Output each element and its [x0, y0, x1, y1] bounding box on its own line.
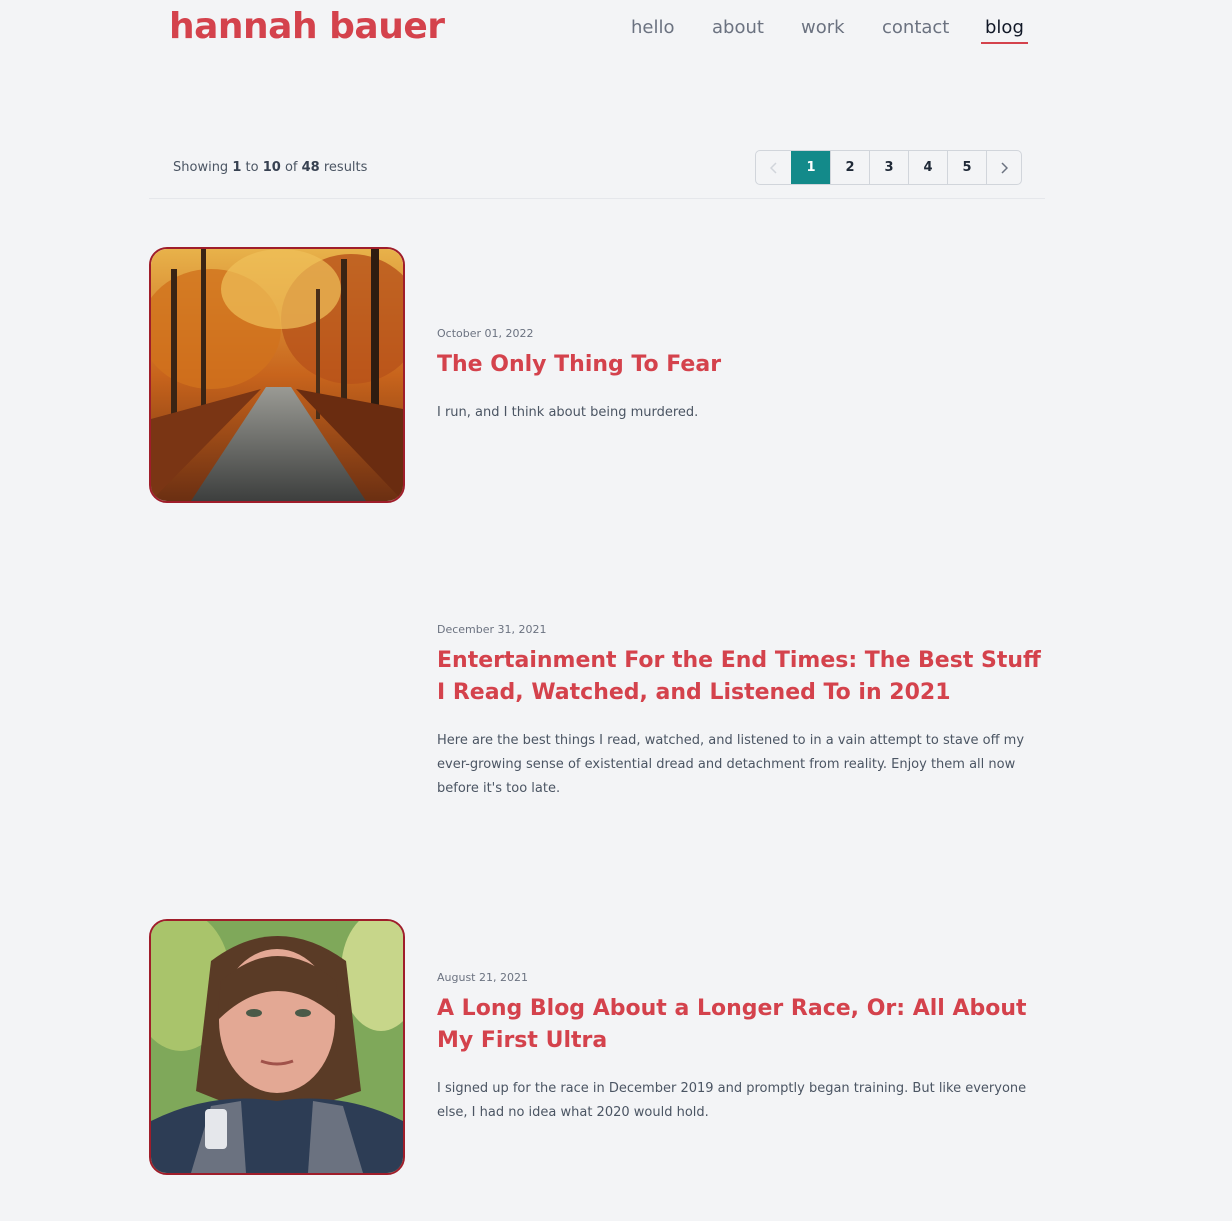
- post-date: August 21, 2021: [437, 971, 528, 984]
- results-of-word: of: [284, 160, 298, 175]
- post-date: October 01, 2022: [437, 327, 534, 340]
- pagination: 1 2 3 4 5: [755, 150, 1022, 185]
- results-from: 1: [232, 160, 242, 175]
- post-title-link[interactable]: Entertainment For the End Times: The Bes…: [437, 645, 1042, 709]
- page-3-button[interactable]: 3: [869, 151, 908, 184]
- results-to-word: to: [245, 160, 259, 175]
- results-to: 10: [262, 160, 281, 175]
- chevron-right-icon[interactable]: [986, 151, 1021, 184]
- divider: [149, 198, 1045, 199]
- chevron-left-icon[interactable]: [756, 151, 791, 184]
- page-4-button[interactable]: 4: [908, 151, 947, 184]
- nav-hello[interactable]: hello: [631, 17, 675, 39]
- results-suffix: results: [323, 160, 368, 175]
- results-total: 48: [301, 160, 320, 175]
- post-title-link[interactable]: The Only Thing To Fear: [437, 349, 1042, 381]
- main-nav: hello about work contact blog: [0, 17, 1232, 47]
- nav-contact[interactable]: contact: [882, 17, 949, 39]
- results-prefix: Showing: [173, 160, 229, 175]
- results-summary: Showing 1 to 10 of 48 results: [173, 160, 367, 175]
- post-date: December 31, 2021: [437, 623, 547, 636]
- nav-blog[interactable]: blog: [981, 17, 1028, 44]
- page-5-button[interactable]: 5: [947, 151, 986, 184]
- nav-work[interactable]: work: [801, 17, 845, 39]
- post-title-link[interactable]: A Long Blog About a Longer Race, Or: All…: [437, 993, 1042, 1057]
- post-image-runner-selfie[interactable]: [149, 919, 405, 1175]
- page-1-button[interactable]: 1: [791, 151, 830, 184]
- post-excerpt: I run, and I think about being murdered.: [437, 405, 699, 420]
- post-excerpt: Here are the best things I read, watched…: [437, 733, 1025, 796]
- post-excerpt: I signed up for the race in December 201…: [437, 1081, 1027, 1120]
- nav-about[interactable]: about: [712, 17, 764, 39]
- post-image-autumn-road[interactable]: [149, 247, 405, 503]
- page-2-button[interactable]: 2: [830, 151, 869, 184]
